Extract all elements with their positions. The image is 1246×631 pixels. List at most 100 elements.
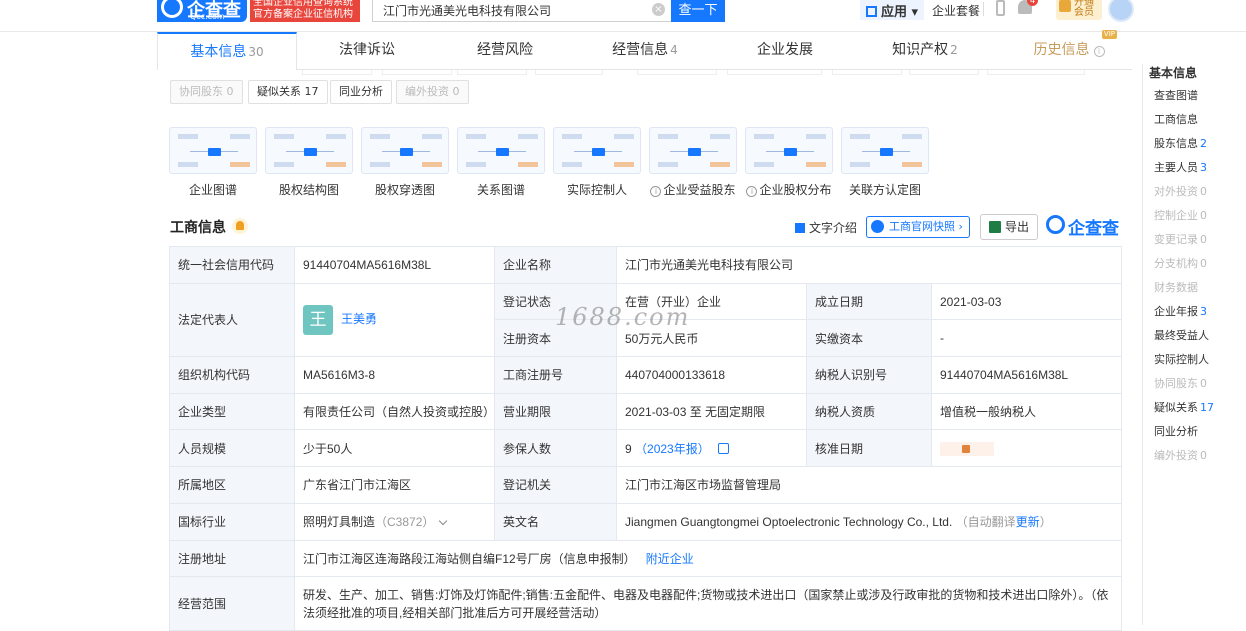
- table-row: 人员规模 少于50人 参保人数 9 （2023年报） 核准日期: [169, 429, 1122, 468]
- tab-operation[interactable]: 经营信息 4: [575, 32, 715, 69]
- side-nav-item[interactable]: 协同股东 0: [1154, 375, 1207, 391]
- text-intro-label: 文字介绍: [809, 221, 858, 235]
- side-nav-count: 17: [1200, 401, 1214, 414]
- industry-label: 国标行业: [169, 502, 295, 541]
- grid-icon: [866, 6, 877, 17]
- graph-equity-distribution[interactable]: i 企业股权分布: [745, 127, 833, 198]
- side-nav-item[interactable]: 编外投资 0: [1154, 447, 1207, 463]
- side-nav-item[interactable]: 对外投资 0: [1154, 183, 1207, 199]
- org-code-value: MA5616M3-8: [294, 356, 495, 394]
- brand-q-icon: [1046, 215, 1065, 234]
- tab-count: 2: [950, 43, 958, 57]
- doc-icon: [795, 223, 805, 233]
- graph-thumbnail: [169, 127, 257, 174]
- side-nav-label: 主要人员: [1154, 161, 1198, 174]
- side-nav-item[interactable]: 查查图谱: [1154, 87, 1198, 103]
- graph-actual-controller[interactable]: 实际控制人: [553, 127, 641, 198]
- table-row: 经营范围 研发、生产、加工、销售:灯饰及灯饰配件;销售:五金配件、电器及电器配件…: [169, 576, 1122, 631]
- side-nav-label: 控制企业: [1154, 209, 1198, 222]
- user-avatar[interactable]: [1108, 0, 1134, 22]
- chart-icon[interactable]: [717, 442, 729, 454]
- graph-label: 企业受益股东: [663, 183, 736, 197]
- graph-beneficial-owner[interactable]: i 企业受益股东: [649, 127, 737, 198]
- export-button[interactable]: 导出: [980, 214, 1038, 240]
- side-nav-item[interactable]: 控制企业 0: [1154, 207, 1207, 223]
- graph-equity-penetration[interactable]: 股权穿透图: [361, 127, 449, 198]
- official-snapshot-button[interactable]: 工商官网快照 ›: [866, 216, 970, 238]
- tab-ip[interactable]: 知识产权 2: [855, 32, 995, 69]
- legal-rep-avatar[interactable]: 王: [303, 304, 333, 335]
- legal-rep-label: 法定代表人: [169, 282, 295, 358]
- side-nav-item[interactable]: 变更记录 0: [1154, 231, 1207, 247]
- tab-basic-info[interactable]: 基本信息 30: [157, 32, 297, 70]
- chip-peer-analysis[interactable]: 同业分析: [330, 80, 392, 104]
- side-nav-item[interactable]: 股东信息 2: [1154, 135, 1207, 151]
- search-input[interactable]: 江门市光通美光电科技有限公司: [372, 0, 672, 22]
- side-nav-label: 财务数据: [1154, 281, 1198, 294]
- side-nav-label: 股东信息: [1154, 137, 1198, 150]
- side-nav-item[interactable]: 工商信息: [1154, 111, 1198, 127]
- slogan-line-1: 全国企业信用查询系统: [253, 0, 353, 8]
- industry-cell: 照明灯具制造（C3872）: [294, 502, 495, 541]
- logo-q-icon: [161, 0, 183, 18]
- text-intro-button[interactable]: 文字介绍: [795, 219, 857, 236]
- address-label: 注册地址: [169, 539, 295, 578]
- graph-label: 股权结构图: [278, 183, 339, 197]
- tab-risk[interactable]: 经营风险: [435, 32, 575, 69]
- side-nav-item[interactable]: 疑似关系 17: [1154, 399, 1214, 415]
- tab-legal[interactable]: 法律诉讼: [297, 32, 437, 69]
- chip-co-shareholder[interactable]: 协同股东 0: [170, 80, 243, 104]
- vip-open-button[interactable]: 开通 会员: [1056, 0, 1102, 20]
- insured-year-link[interactable]: （2023年报）: [635, 442, 710, 456]
- side-nav-item[interactable]: 分支机构 0: [1154, 255, 1207, 271]
- side-nav-item[interactable]: 最终受益人: [1154, 327, 1209, 343]
- slogan-banner: 全国企业信用查询系统 官方备案企业征信机构: [250, 0, 360, 22]
- est-date-label: 成立日期: [806, 282, 932, 321]
- side-nav-item[interactable]: 实际控制人: [1154, 351, 1209, 367]
- clear-icon[interactable]: ×: [652, 3, 665, 16]
- side-nav-item[interactable]: 企业年报 3: [1154, 303, 1207, 319]
- en-name-cell: Jiangmen Guangtongmei Optoelectronic Tec…: [616, 502, 1122, 541]
- monitor-bell-icon[interactable]: [232, 218, 248, 234]
- en-auto-close: ）: [1039, 515, 1052, 530]
- side-nav-item[interactable]: 财务数据: [1154, 279, 1198, 295]
- tab-count: 4: [670, 43, 678, 57]
- paid-capital-label: 实缴资本: [806, 319, 932, 358]
- logo-sub: Qcc.com: [190, 12, 225, 21]
- tab-development[interactable]: 企业发展: [715, 32, 855, 69]
- ghost-tab: [382, 70, 452, 75]
- search-button[interactable]: 查一下: [671, 0, 725, 22]
- side-nav-label: 分支机构: [1154, 257, 1198, 270]
- side-nav-item[interactable]: 同业分析: [1154, 423, 1198, 439]
- en-update-link[interactable]: 更新: [1016, 515, 1040, 529]
- graph-relationship[interactable]: 关系图谱: [457, 127, 545, 198]
- tab-history[interactable]: 历史信息 i VIP: [1023, 30, 1117, 69]
- tab-count: 30: [248, 45, 264, 59]
- staff-size-value: 少于50人: [294, 429, 495, 468]
- legal-rep-link[interactable]: 王美勇: [341, 312, 377, 326]
- phone-icon[interactable]: [996, 0, 1005, 16]
- graph-equity-structure[interactable]: 股权结构图: [265, 127, 353, 198]
- table-row: 统一社会信用代码 91440704MA5616M38L 企业名称 江门市光通美光…: [169, 246, 1122, 284]
- chip-suspected-relation[interactable]: 疑似关系 17: [248, 80, 328, 104]
- industry-code: （C3872）: [375, 515, 435, 530]
- qcc-logo[interactable]: 企查查 Qcc.com: [157, 0, 247, 22]
- scope-value: 研发、生产、加工、销售:灯饰及灯饰配件;销售:五金配件、电器及电器配件;货物或技…: [294, 576, 1122, 631]
- nearby-companies-link[interactable]: 附近企业: [646, 552, 694, 566]
- chip-extra-investment[interactable]: 编外投资 0: [396, 80, 469, 104]
- graph-thumbnail: [553, 127, 641, 174]
- apps-menu-button[interactable]: 应用 ▾: [860, 0, 925, 20]
- package-link[interactable]: 企业套餐: [932, 2, 980, 19]
- org-code-label: 组织机构代码: [169, 356, 295, 394]
- chevron-down-icon[interactable]: [439, 516, 448, 526]
- table-row: 注册地址 江门市江海区连海路段江海站侧自编F12号厂房（信息申报制） 附近企业: [169, 539, 1122, 578]
- legal-rep-cell: 王王美勇: [294, 282, 495, 358]
- vip-lock[interactable]: [940, 441, 994, 456]
- brand-text: 企查查: [1068, 219, 1119, 239]
- graph-related-party[interactable]: 关联方认定图: [841, 127, 929, 198]
- tab-label: 基本信息: [190, 44, 247, 60]
- apps-label: 应用: [881, 5, 908, 20]
- side-nav-item[interactable]: 主要人员 3: [1154, 159, 1207, 175]
- insured-cell: 9 （2023年报）: [616, 429, 807, 468]
- graph-enterprise-map[interactable]: 企业图谱: [169, 127, 257, 198]
